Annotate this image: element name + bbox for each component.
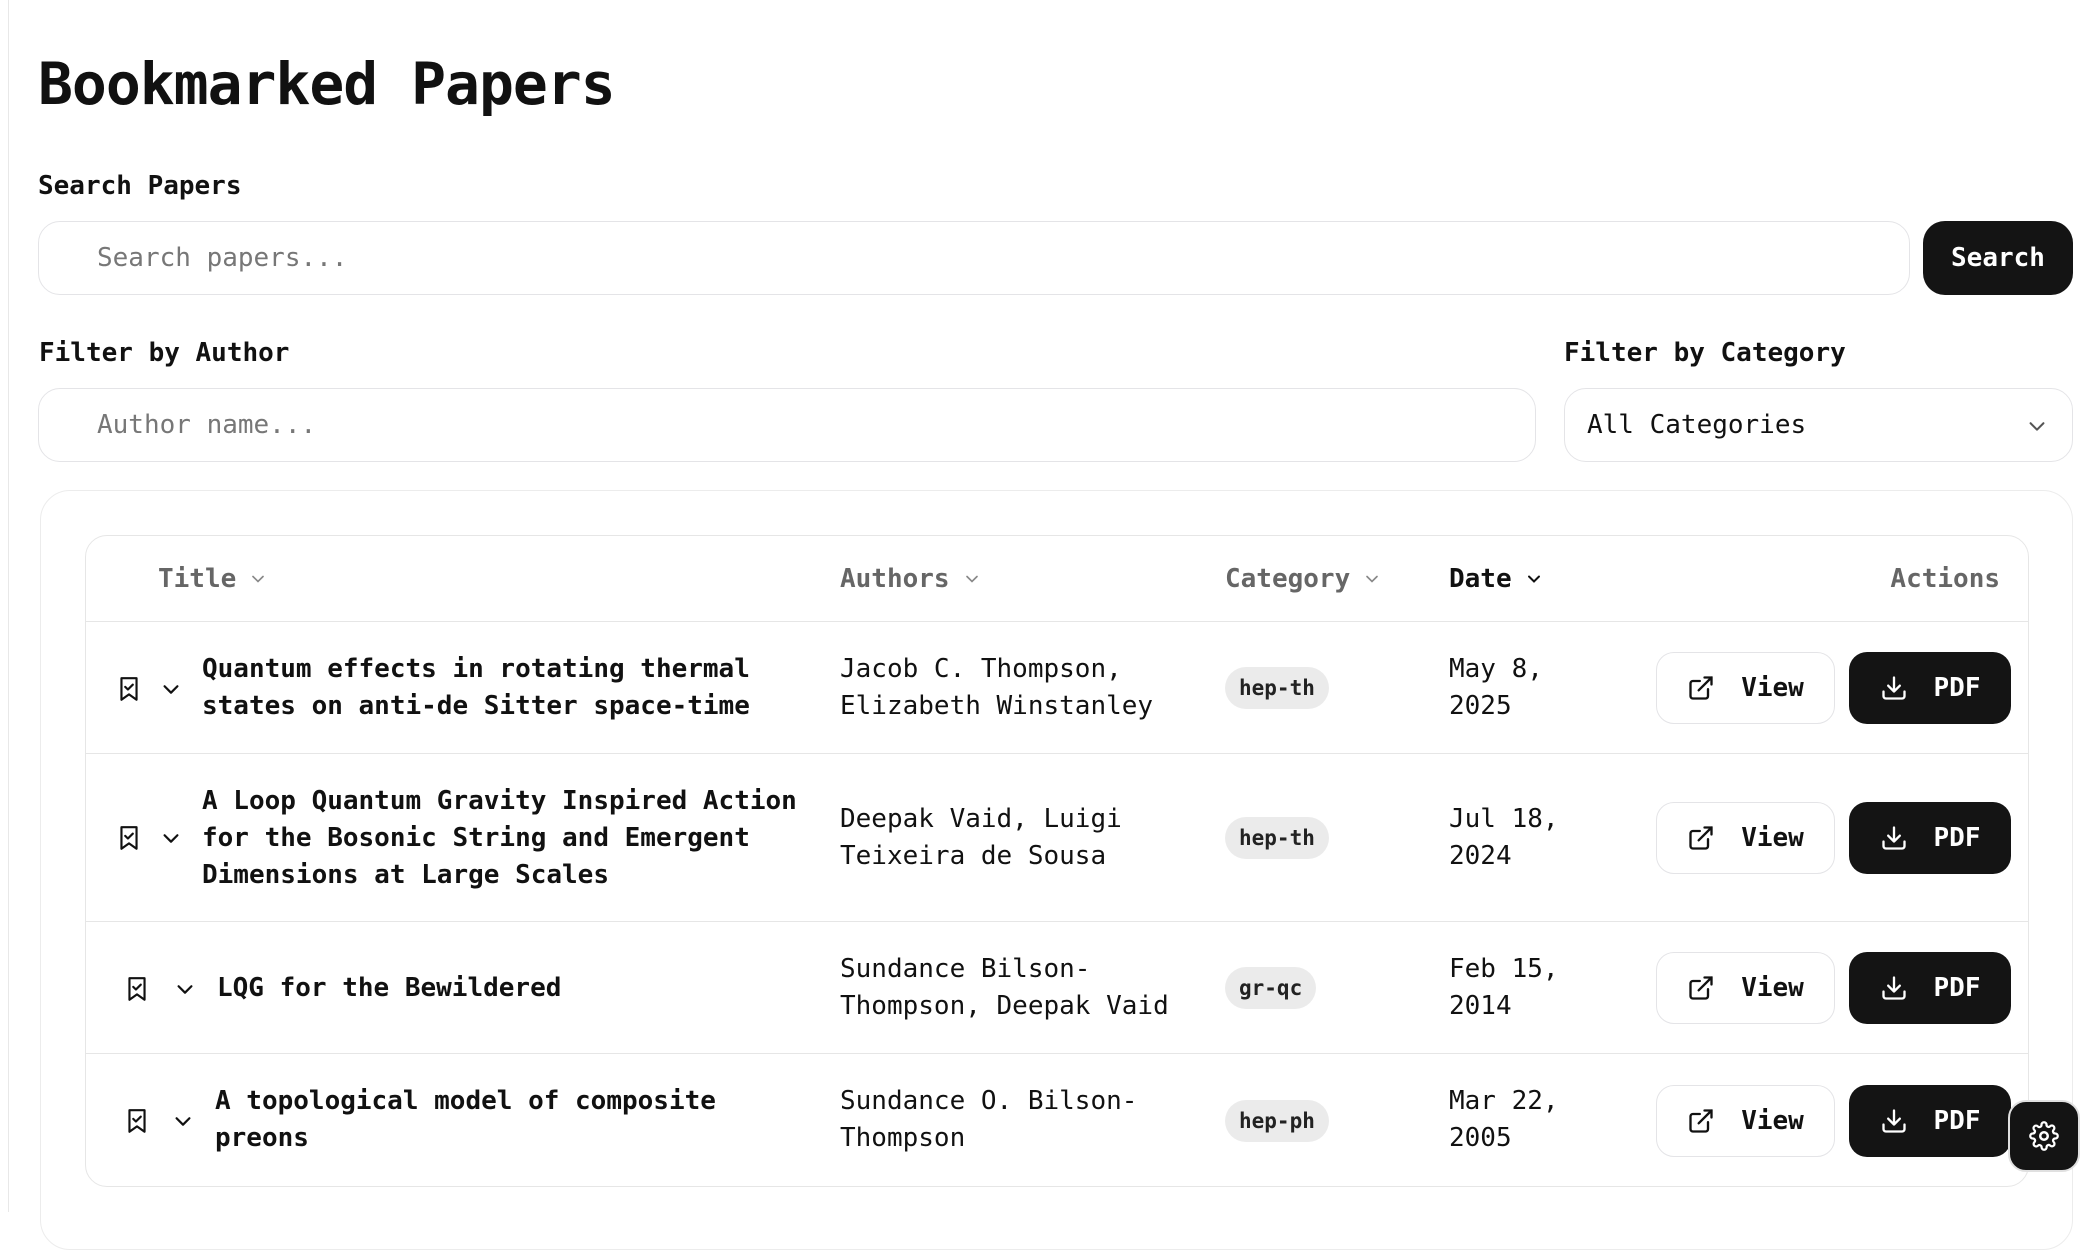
download-icon xyxy=(1881,826,1906,850)
main-container: Bookmarked Papers Search Papers Search F… xyxy=(38,0,2073,1250)
bookmark-check-icon[interactable] xyxy=(116,824,142,852)
search-button[interactable]: Search xyxy=(1923,221,2073,295)
view-button[interactable]: View xyxy=(1656,652,1835,724)
chevron-down-icon xyxy=(2029,422,2045,431)
external-link-icon xyxy=(1689,1109,1713,1133)
pdf-download-button[interactable]: PDF xyxy=(1849,802,2011,874)
search-label: Search Papers xyxy=(38,171,242,201)
paper-title[interactable]: A topological model of composite preons xyxy=(215,1083,716,1157)
view-button[interactable]: View xyxy=(1656,952,1835,1024)
chevron-down-icon[interactable] xyxy=(174,978,196,1000)
download-icon xyxy=(1881,976,1906,1000)
page-edge xyxy=(8,0,9,1212)
pdf-download-button[interactable]: PDF xyxy=(1849,952,2011,1024)
paper-date: Mar 22, 2005 xyxy=(1449,1086,1559,1153)
paper-authors: Sundance O. Bilson- Thompson xyxy=(840,1086,1138,1153)
category-badge: gr-qc xyxy=(1225,967,1317,1009)
table-row: A topological model of composite preons … xyxy=(86,1054,2028,1186)
category-badge: hep-th xyxy=(1225,817,1329,859)
header-title[interactable]: Title xyxy=(158,564,268,594)
view-button[interactable]: View xyxy=(1656,802,1835,874)
sort-chevron-icon xyxy=(252,575,265,583)
table-header: Title Authors Category Date Actions xyxy=(86,536,2028,622)
paper-authors: Sundance Bilson- Thompson, Deepak Vaid xyxy=(840,954,1169,1021)
external-link-icon xyxy=(1689,976,1713,1000)
header-date[interactable]: Date xyxy=(1449,564,1544,594)
pdf-download-button[interactable]: PDF xyxy=(1849,652,2011,724)
paper-title[interactable]: LQG for the Bewildered xyxy=(217,970,561,1007)
paper-date: May 8, 2025 xyxy=(1449,654,1543,721)
external-link-icon xyxy=(1689,826,1713,850)
bookmark-check-icon[interactable] xyxy=(124,975,150,1003)
download-icon xyxy=(1881,676,1906,700)
page-title: Bookmarked Papers xyxy=(38,50,616,118)
bookmark-check-icon[interactable] xyxy=(116,675,142,703)
author-filter-input[interactable] xyxy=(38,388,1536,462)
table-row: A Loop Quantum Gravity Inspired Action f… xyxy=(86,754,2028,922)
papers-card: Title Authors Category Date Actions Quan… xyxy=(40,490,2073,1250)
header-authors[interactable]: Authors xyxy=(840,564,982,594)
paper-title[interactable]: Quantum effects in rotating thermal stat… xyxy=(202,651,750,725)
category-filter-label: Filter by Category xyxy=(1564,338,1846,368)
search-input[interactable] xyxy=(38,221,1910,295)
header-actions: Actions xyxy=(1890,564,2000,594)
pdf-download-button[interactable]: PDF xyxy=(1849,1085,2011,1157)
paper-authors: Jacob C. Thompson, Elizabeth Winstanley xyxy=(840,654,1154,721)
author-filter-label: Filter by Author xyxy=(39,338,290,368)
chevron-down-icon[interactable] xyxy=(160,678,182,700)
download-icon xyxy=(1881,1109,1906,1133)
gear-icon xyxy=(2029,1121,2059,1151)
settings-button[interactable] xyxy=(2008,1100,2080,1172)
external-link-icon xyxy=(1689,676,1713,700)
bookmark-check-icon[interactable] xyxy=(124,1107,150,1135)
category-badge: hep-ph xyxy=(1225,1100,1329,1142)
header-category[interactable]: Category xyxy=(1225,564,1382,594)
paper-date: Feb 15, 2014 xyxy=(1449,954,1559,1021)
sort-chevron-icon xyxy=(1366,575,1379,583)
paper-authors: Deepak Vaid, Luigi Teixeira de Sousa xyxy=(840,804,1122,871)
sort-chevron-active-icon xyxy=(1527,575,1540,583)
chevron-down-icon[interactable] xyxy=(172,1110,194,1132)
table-row: Quantum effects in rotating thermal stat… xyxy=(86,622,2028,754)
table-row: LQG for the Bewildered Sundance Bilson- … xyxy=(86,922,2028,1054)
view-button[interactable]: View xyxy=(1656,1085,1835,1157)
sort-chevron-icon xyxy=(965,575,978,583)
papers-table: Title Authors Category Date Actions Quan… xyxy=(85,535,2029,1187)
paper-date: Jul 18, 2024 xyxy=(1449,804,1559,871)
category-badge: hep-th xyxy=(1225,667,1329,709)
category-filter-select[interactable]: All Categories xyxy=(1564,388,2073,462)
paper-title[interactable]: A Loop Quantum Gravity Inspired Action f… xyxy=(202,783,797,894)
chevron-down-icon[interactable] xyxy=(160,827,182,849)
category-selected-value: All Categories xyxy=(1587,410,1807,440)
